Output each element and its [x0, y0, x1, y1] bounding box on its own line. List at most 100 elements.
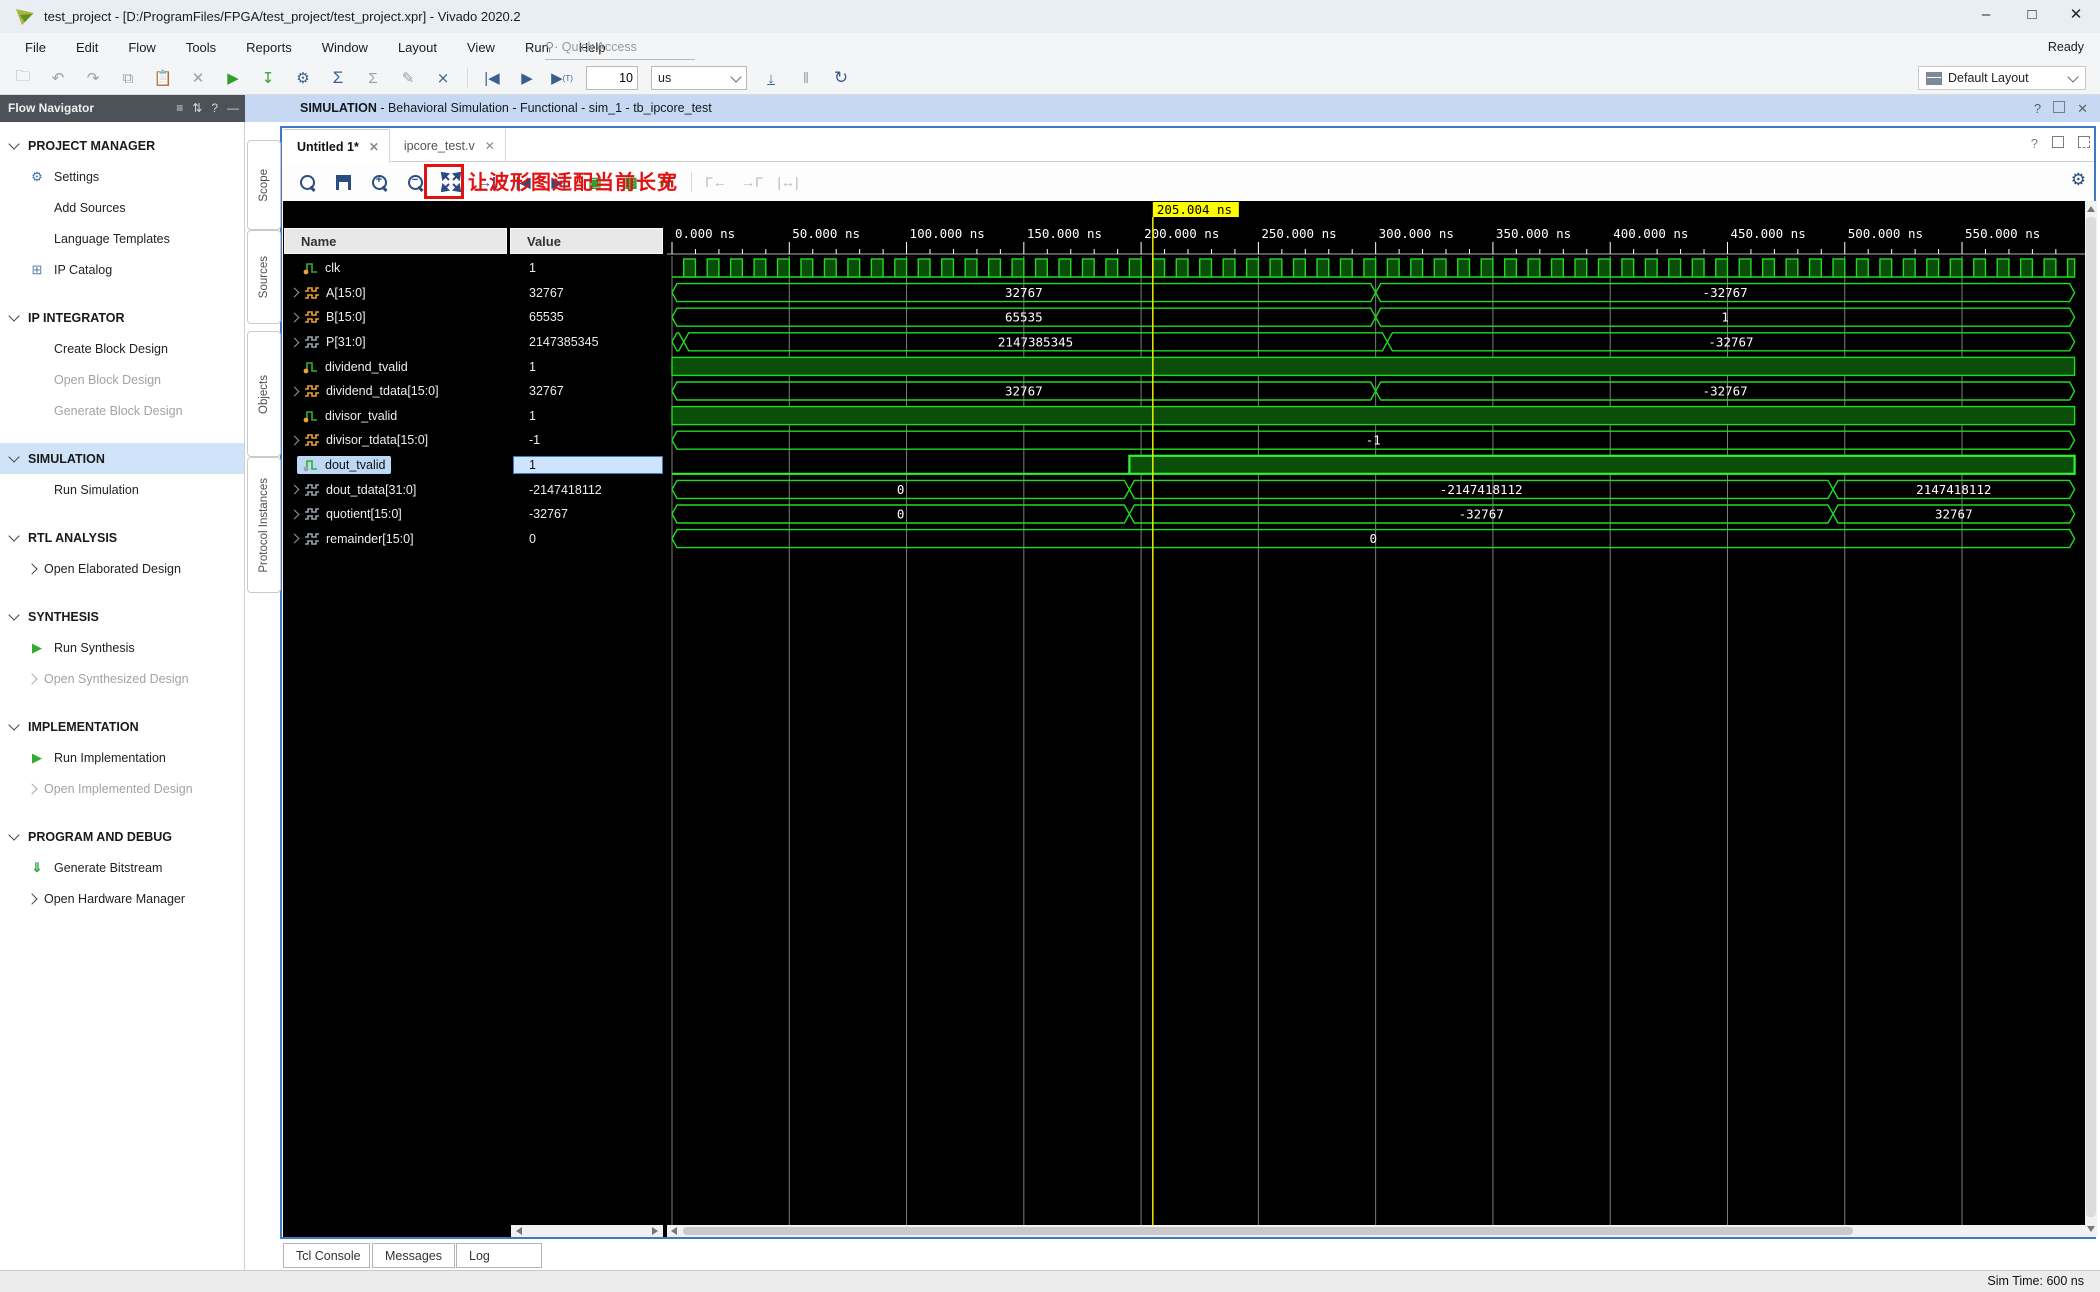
- signal-value-dout_tdata310[interactable]: -2147418112: [511, 477, 663, 502]
- run-all-icon[interactable]: ▶: [516, 67, 538, 89]
- run-for-time-icon[interactable]: ▶ (T): [551, 67, 573, 89]
- signal-row-clk[interactable]: clk: [283, 256, 509, 281]
- sigma-report-icon[interactable]: Σ: [327, 67, 349, 89]
- waveform-scrollbar-thumb[interactable]: [683, 1227, 1853, 1235]
- sidebar-item-run-simulation[interactable]: Run Simulation: [0, 474, 244, 505]
- find-icon[interactable]: [295, 170, 319, 194]
- tab-close-icon[interactable]: ✕: [485, 139, 495, 153]
- sidebar-item-open-hardware-manager[interactable]: Open Hardware Manager: [0, 883, 244, 914]
- minimize-button[interactable]: –: [1964, 0, 2008, 32]
- sidebar-item-run-implementation[interactable]: ▶ Run Implementation: [0, 742, 244, 773]
- step-to-icon[interactable]: ↓: [760, 67, 782, 89]
- menu-reports[interactable]: Reports: [231, 33, 307, 62]
- waveform-canvas[interactable]: 0.000 ns 50.000 ns 100.000 ns 150.000 ns 200…: [667, 201, 2085, 1237]
- paste-icon[interactable]: 📋: [152, 67, 174, 89]
- bottom-tab-log[interactable]: Log: [456, 1243, 542, 1268]
- name-column-header[interactable]: Name: [284, 228, 507, 254]
- editor-tab-ipcore-test-v[interactable]: ipcore_test.v ✕: [390, 129, 506, 162]
- menu-view[interactable]: View: [452, 33, 510, 62]
- signal-value-quotient150[interactable]: -32767: [511, 502, 663, 527]
- time-unit-select[interactable]: us: [651, 66, 747, 90]
- scroll-left-icon[interactable]: [671, 1227, 677, 1235]
- sidebar-section-simulation[interactable]: SIMULATION: [0, 443, 244, 474]
- signal-value-dividend_tvalid[interactable]: 1: [511, 354, 663, 379]
- sidebar-section-implementation[interactable]: IMPLEMENTATION: [0, 711, 244, 742]
- signal-value-dout_tvalid[interactable]: 1: [511, 453, 663, 478]
- signal-row-dout_tvalid[interactable]: dout_tvalid: [283, 453, 509, 478]
- signal-value-clk[interactable]: 1: [511, 256, 663, 281]
- bottom-tab-messages[interactable]: Messages: [372, 1243, 455, 1268]
- side-tab-sources[interactable]: Sources: [247, 230, 281, 324]
- signal-value-B150[interactable]: 65535: [511, 305, 663, 330]
- sim-help-icon[interactable]: ?: [2034, 95, 2041, 122]
- delete-icon[interactable]: ✕: [187, 67, 209, 89]
- redo-icon[interactable]: ↷: [82, 67, 104, 89]
- side-tab-protocol-instances[interactable]: Protocol Instances: [247, 457, 281, 593]
- scroll-left-icon[interactable]: [516, 1227, 522, 1235]
- run-time-input[interactable]: [586, 66, 638, 90]
- sidebar-section-synthesis[interactable]: SYNTHESIS: [0, 601, 244, 632]
- signal-value-dividend_tdata150[interactable]: 32767: [511, 379, 663, 404]
- maximize-button[interactable]: □: [2010, 0, 2054, 32]
- signal-row-remainder150[interactable]: remainder[15:0]: [283, 527, 509, 552]
- quick-access-search[interactable]: ⚲· Quick Access: [545, 36, 695, 60]
- restart-icon[interactable]: |◀: [481, 67, 503, 89]
- fn-help-icon[interactable]: ?: [211, 95, 218, 122]
- sidebar-item-language-templates[interactable]: Language Templates: [0, 223, 244, 254]
- side-tab-objects[interactable]: Objects: [247, 331, 281, 457]
- save-waveform-icon[interactable]: [331, 170, 355, 194]
- signal-value-P310[interactable]: 2147385345: [511, 330, 663, 355]
- signal-row-dividend_tvalid[interactable]: dividend_tvalid: [283, 354, 509, 379]
- layout-selector[interactable]: Default Layout: [1918, 66, 2086, 90]
- menu-layout[interactable]: Layout: [383, 33, 452, 62]
- undo-icon[interactable]: ↶: [47, 67, 69, 89]
- scroll-up-icon[interactable]: [2087, 206, 2095, 212]
- sim-float-icon[interactable]: [2053, 101, 2066, 113]
- menu-window[interactable]: Window: [307, 33, 383, 62]
- side-tab-scope[interactable]: Scope: [247, 140, 281, 230]
- menu-file[interactable]: File: [10, 33, 61, 62]
- signal-row-B150[interactable]: B[15:0]: [283, 305, 509, 330]
- settings-gear-icon[interactable]: ⚙: [292, 67, 314, 89]
- copy-icon[interactable]: ⧉: [117, 67, 139, 89]
- fn-minimize-icon[interactable]: —: [227, 95, 239, 122]
- sidebar-item-ip-catalog[interactable]: ⊞ IP Catalog: [0, 254, 244, 285]
- open-project-icon[interactable]: 🗀: [12, 67, 34, 89]
- relaunch-icon[interactable]: ↻: [830, 67, 852, 89]
- sidebar-item-settings[interactable]: ⚙ Settings: [0, 161, 244, 192]
- sidebar-item-create-block-design[interactable]: Create Block Design: [0, 333, 244, 364]
- sidebar-section-project-manager[interactable]: PROJECT MANAGER: [0, 130, 244, 161]
- menu-edit[interactable]: Edit: [61, 33, 113, 62]
- value-column-header[interactable]: Value: [510, 228, 663, 254]
- signal-row-divisor_tvalid[interactable]: divisor_tvalid: [283, 404, 509, 429]
- signal-row-dout_tdata310[interactable]: dout_tdata[31:0]: [283, 477, 509, 502]
- wave-help-icon[interactable]: ?: [2031, 136, 2038, 151]
- scroll-right-icon[interactable]: [652, 1227, 658, 1235]
- signal-value-divisor_tdata150[interactable]: -1: [511, 428, 663, 453]
- signal-row-A150[interactable]: A[15:0]: [283, 281, 509, 306]
- fn-sort-icon[interactable]: ⇅: [192, 95, 202, 122]
- scroll-down-icon[interactable]: [2087, 1226, 2095, 1232]
- signal-value-A150[interactable]: 32767: [511, 281, 663, 306]
- signal-value-remainder150[interactable]: 0: [511, 527, 663, 552]
- zoom-in-icon[interactable]: +: [367, 170, 391, 194]
- vertical-scrollbar-thumb[interactable]: [2086, 217, 2096, 1217]
- signal-row-P310[interactable]: P[31:0]: [283, 330, 509, 355]
- signal-value-divisor_tvalid[interactable]: 1: [511, 404, 663, 429]
- sidebar-item-run-synthesis[interactable]: ▶ Run Synthesis: [0, 632, 244, 663]
- signal-row-dividend_tdata150[interactable]: dividend_tdata[15:0]: [283, 379, 509, 404]
- signal-row-quotient150[interactable]: quotient[15:0]: [283, 502, 509, 527]
- menu-tools[interactable]: Tools: [171, 33, 231, 62]
- sidebar-item-add-sources[interactable]: Add Sources: [0, 192, 244, 223]
- sidebar-section-ip-integrator[interactable]: IP INTEGRATOR: [0, 302, 244, 333]
- sidebar-section-program-and-debug[interactable]: PROGRAM AND DEBUG: [0, 821, 244, 852]
- fn-settings-icon[interactable]: ≡: [176, 95, 183, 122]
- sim-close-icon[interactable]: ✕: [2077, 95, 2088, 122]
- close-button[interactable]: ✕: [2054, 0, 2098, 32]
- float-pane-icon[interactable]: [2052, 136, 2064, 148]
- editor-tab-untitled-1-[interactable]: Untitled 1* ✕: [283, 129, 390, 163]
- value-column-scrollbar[interactable]: [511, 1225, 663, 1237]
- sidebar-item-generate-bitstream[interactable]: ⇓ Generate Bitstream: [0, 852, 244, 883]
- signal-row-divisor_tdata150[interactable]: divisor_tdata[15:0]: [283, 428, 509, 453]
- breakpoint-icon[interactable]: ⨯: [432, 67, 454, 89]
